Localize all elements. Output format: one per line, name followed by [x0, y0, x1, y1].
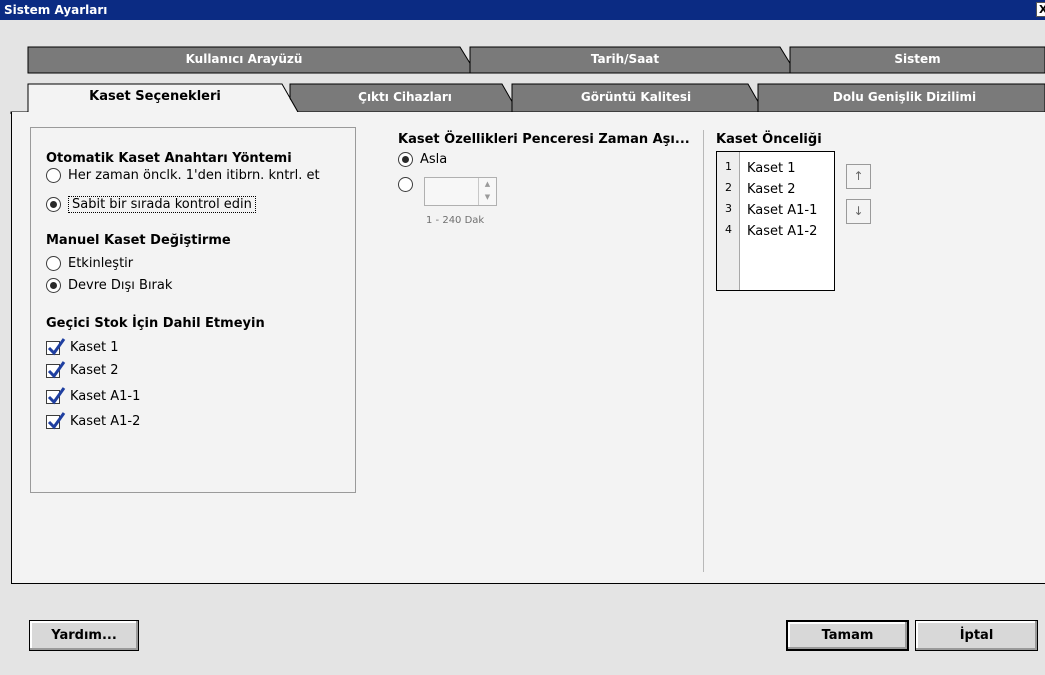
manual-tray-option-0[interactable]: Etkinleştir [46, 256, 133, 271]
priority-number: 1 [725, 160, 732, 173]
window-title: Sistem Ayarları [4, 3, 108, 17]
radio-button[interactable] [46, 197, 61, 212]
auto-tray-option-0[interactable]: Her zaman önclk. 1'den itibrn. kntrl. et [46, 168, 320, 183]
help-button[interactable]: Yardım... [29, 620, 139, 651]
tab-dolu-genislik-dizilimi[interactable]: Dolu Genişlik Dizilimi [764, 90, 1045, 104]
checkmark-icon [47, 386, 66, 404]
tab-cikti-cihazlari[interactable]: Çıktı Cihazları [300, 90, 510, 104]
checkbox-label: Kaset A1-1 [70, 389, 141, 404]
priority-list-item[interactable]: Kaset 2 [747, 182, 796, 197]
checkbox[interactable] [46, 337, 66, 355]
radio-label: Her zaman önclk. 1'den itibrn. kntrl. et [68, 168, 320, 183]
temp-stock-item-3[interactable]: Kaset A1-2 [46, 411, 141, 429]
priority-list-item[interactable]: Kaset 1 [747, 161, 796, 176]
tab-goruntu-kalitesi[interactable]: Görüntü Kalitesi [516, 90, 756, 104]
priority-heading: Kaset Önceliği [716, 132, 822, 147]
checkmark-icon [47, 411, 66, 429]
timeout-option-never[interactable]: Asla [398, 152, 447, 167]
spin-down-icon[interactable]: ▼ [479, 191, 496, 204]
auto-tray-heading: Otomatik Kaset Anahtarı Yöntemi [46, 151, 292, 166]
tab-kaset-secenekleri[interactable]: Kaset Seçenekleri [28, 89, 282, 104]
radio-button[interactable] [46, 168, 61, 183]
radio-button[interactable] [46, 278, 61, 293]
manual-tray-option-1[interactable]: Devre Dışı Bırak [46, 278, 172, 293]
checkbox[interactable] [46, 386, 66, 404]
radio-button[interactable] [46, 256, 61, 271]
radio-button[interactable] [398, 152, 413, 167]
tab-tarih-saat[interactable]: Tarih/Saat [470, 52, 780, 66]
radio-label: Etkinleştir [68, 256, 134, 271]
manual-tray-heading: Manuel Kaset Değiştirme [46, 233, 231, 248]
move-up-icon[interactable]: ↑ [846, 164, 871, 189]
radio-label: Devre Dışı Bırak [68, 278, 173, 293]
auto-tray-option-1[interactable]: Sabit bir sırada kontrol edin [46, 196, 256, 213]
checkbox-label: Kaset 2 [70, 363, 119, 378]
checkbox[interactable] [46, 360, 66, 378]
close-icon[interactable]: X [1036, 2, 1045, 17]
window-titlebar: Sistem Ayarları X [0, 0, 1045, 20]
radio-button[interactable] [398, 177, 413, 192]
priority-number: 4 [725, 223, 732, 236]
radio-label: Asla [420, 152, 448, 167]
move-down-icon[interactable]: ↓ [846, 199, 871, 224]
ok-button[interactable]: Tamam [786, 620, 909, 651]
checkbox[interactable] [46, 411, 66, 429]
priority-list-item[interactable]: Kaset A1-2 [747, 224, 817, 239]
checkmark-icon [47, 360, 66, 378]
column-divider [703, 130, 704, 572]
radio-label: Sabit bir sırada kontrol edin [68, 196, 256, 213]
timeout-heading: Kaset Özellikleri Penceresi Zaman Aşı... [398, 132, 690, 147]
cancel-button[interactable]: İptal [915, 620, 1038, 651]
priority-number: 3 [725, 202, 732, 215]
priority-list[interactable]: 1 2 3 4 Kaset 1 Kaset 2 Kaset A1-1 Kaset… [716, 151, 835, 291]
checkbox-label: Kaset A1-2 [70, 414, 141, 429]
temp-stock-item-0[interactable]: Kaset 1 [46, 337, 119, 355]
tab-sistem[interactable]: Sistem [790, 52, 1045, 66]
tab-kullanici-arayuzu[interactable]: Kullanıcı Arayüzü [28, 52, 460, 66]
timeout-minutes-stepper[interactable]: ▲ ▼ [424, 177, 497, 206]
temp-stock-heading: Geçici Stok İçin Dahil Etmeyin [46, 316, 265, 331]
priority-number-column: 1 2 3 4 [717, 152, 740, 290]
checkmark-icon [47, 337, 66, 355]
temp-stock-item-1[interactable]: Kaset 2 [46, 360, 119, 378]
checkbox-label: Kaset 1 [70, 340, 119, 355]
spin-buttons: ▲ ▼ [478, 178, 496, 205]
timeout-range-hint: 1 - 240 Dak [426, 215, 485, 226]
temp-stock-item-2[interactable]: Kaset A1-1 [46, 386, 141, 404]
priority-number: 2 [725, 181, 732, 194]
priority-list-item[interactable]: Kaset A1-1 [747, 203, 817, 218]
timeout-option-custom[interactable] [398, 177, 420, 192]
spin-up-icon[interactable]: ▲ [479, 178, 496, 191]
